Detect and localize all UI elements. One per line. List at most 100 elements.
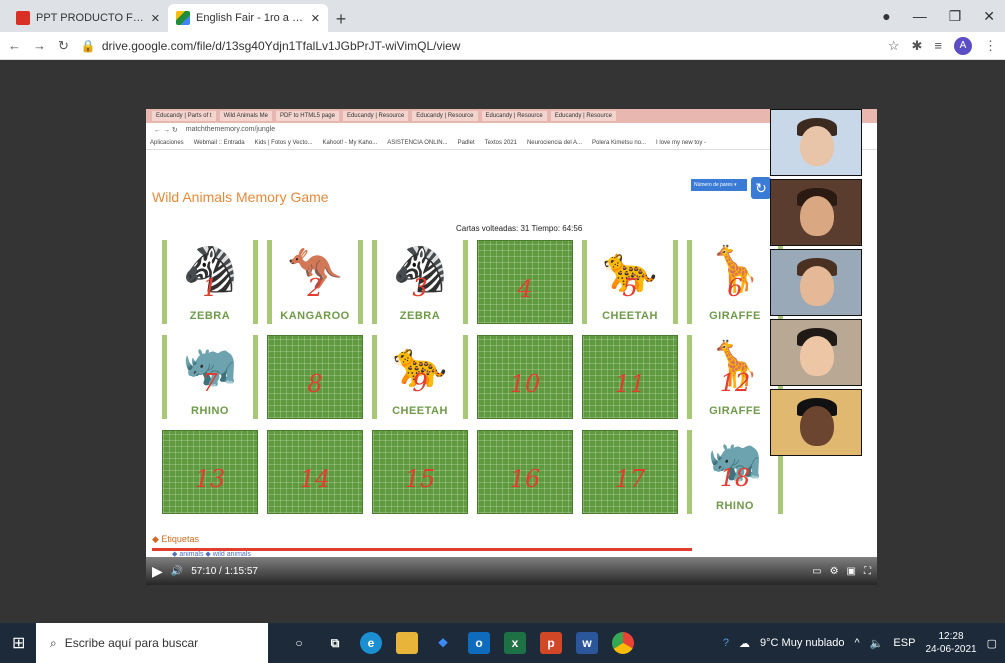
close-icon[interactable]: ✕ (151, 12, 160, 25)
close-window-button[interactable]: ✕ (983, 8, 995, 25)
tab-strip: PPT PRODUCTO FINAL ENGLISH ✕ English Fai… (0, 0, 1005, 32)
browser-toolbar: ← → ↻ 🔒 drive.google.com/file/d/13sg40Yd… (0, 32, 1005, 60)
memory-card: 🦓 ZEBRA 3 (372, 240, 468, 324)
participant-face (800, 406, 834, 446)
tab-title: English Fair - 1ro a 4to básico - (196, 12, 305, 24)
participant-video (770, 319, 862, 386)
tray-chevron-icon[interactable]: ^ (855, 637, 860, 649)
windows-start-icon[interactable]: ⊞ (12, 633, 25, 653)
inner-tab: Educandy | Parts of t (152, 111, 216, 121)
memory-card: 8 (267, 335, 363, 419)
video-time: 57:10 / 1:15:57 (191, 565, 258, 577)
participant-thumbnails (770, 109, 862, 456)
inner-tab: Wild Animals Me (219, 111, 272, 121)
video-player[interactable]: Educandy | Parts of t Wild Animals Me PDF … (146, 109, 877, 585)
inner-bookmark: Kahoot! - My Kaho... (322, 139, 378, 146)
new-tab-button[interactable]: + (328, 6, 354, 32)
star-icon[interactable]: ☆ (888, 38, 900, 54)
card-number-annotation: 18 (719, 464, 751, 492)
play-icon[interactable]: ▶ (152, 563, 163, 580)
task-view-icon[interactable]: ⧉ (324, 632, 346, 654)
inner-bookmark: Textos 2021 (484, 139, 517, 146)
participant-face (800, 126, 834, 166)
card-animal-name: GIRAFFE (709, 405, 761, 417)
file-explorer-icon[interactable] (396, 632, 418, 654)
card-number-annotation: 6 (727, 274, 743, 302)
card-number-annotation: 7 (202, 369, 218, 397)
reading-list-icon[interactable]: ≡ (934, 38, 942, 53)
back-icon[interactable]: ← (8, 38, 21, 53)
card-number-annotation: 1 (202, 274, 218, 302)
card-number-annotation: 10 (509, 370, 541, 398)
chrome-icon[interactable] (612, 632, 634, 654)
card-animal-name: ZEBRA (189, 310, 231, 322)
excel-icon[interactable]: x (504, 632, 526, 654)
address-bar[interactable]: 🔒 drive.google.com/file/d/13sg40Ydjn1Tfa… (81, 39, 876, 53)
close-icon[interactable]: ✕ (311, 12, 320, 25)
gmail-icon (16, 11, 30, 25)
game-stats: Cartas volteadas: 31 Tiempo: 64:56 (456, 224, 583, 233)
maximize-button[interactable]: ❐ (949, 8, 962, 25)
pairs-dropdown: Número de pares ▾ (691, 179, 747, 191)
profile-dot-icon[interactable]: ● (882, 8, 890, 24)
tab-ppt[interactable]: PPT PRODUCTO FINAL ENGLISH ✕ (8, 4, 168, 32)
weather-text[interactable]: 9°C Muy nublado (760, 637, 845, 649)
reload-icon[interactable]: ↻ (58, 38, 69, 54)
card-number-annotation: 3 (412, 274, 428, 302)
inner-bookmarks-bar: Aplicaciones Webmail :: Entrada Kids | Fot… (146, 136, 877, 150)
miniplayer-icon[interactable]: ▣ (847, 566, 856, 577)
cortana-icon[interactable]: ○ (288, 632, 310, 654)
participant-face (800, 196, 834, 236)
powerpoint-icon[interactable]: p (540, 632, 562, 654)
card-number-annotation: 11 (614, 370, 646, 398)
minimize-button[interactable]: — (913, 8, 927, 24)
captions-icon[interactable]: ▭ (812, 566, 821, 577)
window-controls: ● — ❐ ✕ (882, 0, 1005, 32)
memory-card: 🦒 GIRAFFE 12 (687, 335, 783, 419)
memory-card: 🐆 CHEETAH 5 (582, 240, 678, 324)
forward-icon[interactable]: → (33, 38, 46, 53)
extensions-icon[interactable]: ✱ (912, 38, 923, 54)
avatar[interactable]: A (954, 36, 972, 55)
dropbox-icon[interactable]: ❖ (432, 632, 454, 654)
inner-tab: Educandy | Resource (412, 111, 478, 121)
card-number-annotation: 17 (614, 465, 646, 493)
card-number-annotation: 5 (622, 274, 638, 302)
clock[interactable]: 12:28 24-06-2021 (925, 630, 976, 656)
taskbar-apps: ○ ⧉ e ❖ o x p w (288, 632, 634, 654)
help-icon[interactable]: ? (723, 637, 729, 649)
game-title: Wild Animals Memory Game (152, 189, 329, 205)
drive-icon (176, 11, 190, 25)
card-number-annotation: 14 (299, 465, 331, 493)
inner-bookmark: I love my new toy - (656, 139, 707, 146)
fullscreen-icon[interactable]: ⛶ (864, 566, 871, 577)
word-icon[interactable]: w (576, 632, 598, 654)
inner-tab: Educandy | Resource (550, 111, 617, 121)
memory-card: 🦘 KANGAROO 2 (267, 240, 363, 324)
participant-face (800, 336, 834, 376)
outlook-icon[interactable]: o (468, 632, 490, 654)
inner-tab: Educandy | Resource (342, 111, 409, 121)
inner-bookmark: Aplicaciones (150, 139, 184, 146)
participant-face (800, 266, 834, 306)
inner-bookmark: Webmail :: Entrada (193, 139, 245, 146)
menu-icon[interactable]: ⋮ (984, 38, 997, 54)
inner-tab: Educandy | Resource (481, 111, 547, 121)
inner-bookmark: ASISTENCIA ONLIN... (387, 139, 448, 146)
memory-card: 🦏 RHINO 7 (162, 335, 258, 419)
lang-indicator[interactable]: ESP (893, 637, 915, 649)
memory-card: 11 (582, 335, 678, 419)
settings-icon[interactable]: ⚙ (830, 566, 839, 577)
volume-tray-icon[interactable]: 🔈 (870, 637, 884, 650)
card-animal-name: KANGAROO (280, 310, 350, 322)
card-number-annotation: 4 (517, 275, 533, 303)
notifications-icon[interactable]: ▢ (987, 637, 997, 650)
taskbar-search-input[interactable]: ⌕ Escribe aquí para buscar (36, 623, 268, 663)
volume-icon[interactable]: 🔊 (171, 566, 183, 577)
tab-english-fair[interactable]: English Fair - 1ro a 4to básico - ✕ (168, 4, 328, 32)
card-animal-name: RHINO (191, 405, 229, 417)
edge-icon[interactable]: e (360, 632, 382, 654)
clock-time: 12:28 (938, 631, 964, 642)
windows-taskbar: ⊞ ⌕ Escribe aquí para buscar ○ ⧉ e ❖ o x… (0, 623, 1005, 663)
inner-bookmark: Polera Kimetsu no... (592, 139, 647, 146)
